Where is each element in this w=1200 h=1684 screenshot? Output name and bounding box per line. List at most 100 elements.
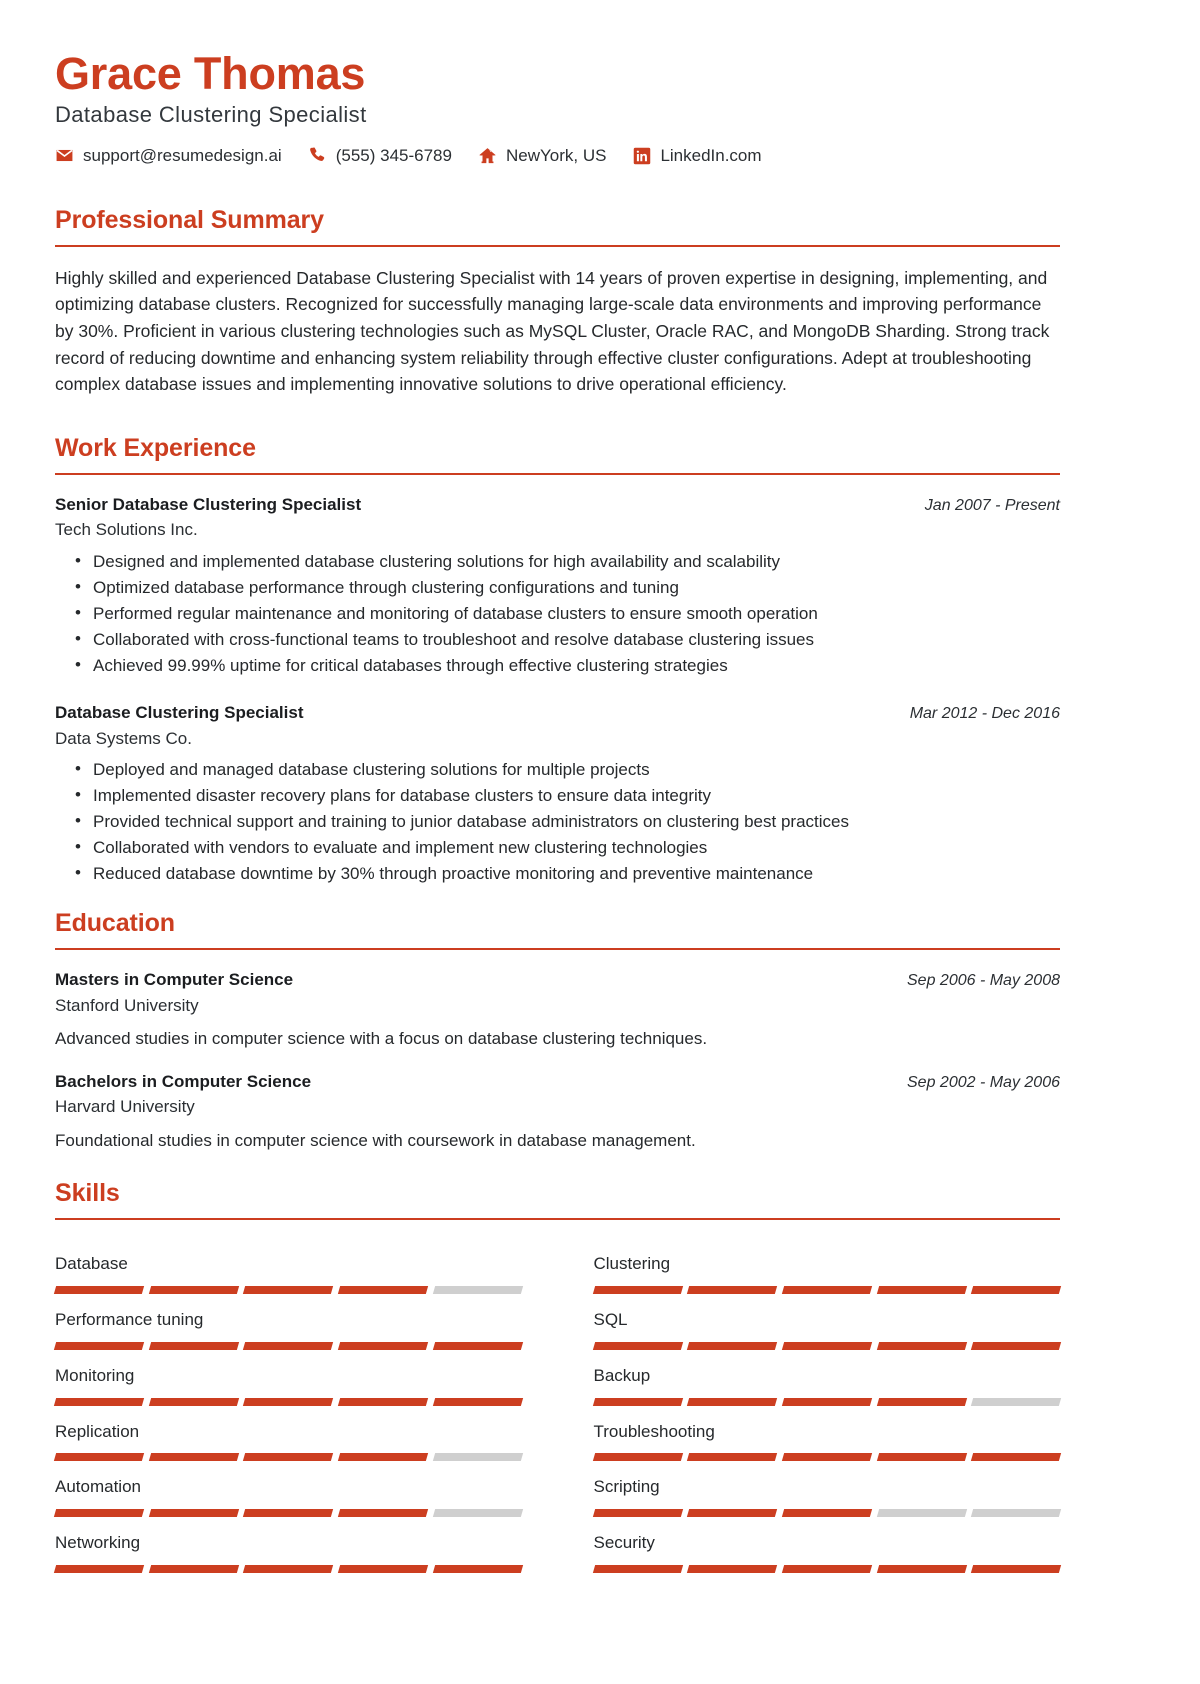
skill-item: SQL <box>592 1294 1062 1350</box>
skill-level-bar <box>53 1341 523 1350</box>
skills-grid: Database Clustering Performance tuning SQL M… <box>53 1238 1062 1574</box>
skill-level-segment <box>971 1397 1062 1406</box>
work-entry-date: Jan 2007 - Present <box>924 496 1060 514</box>
education-entry-head: Bachelors in Computer Science Sep 2002 -… <box>55 1070 1060 1095</box>
skill-level-segment <box>592 1286 683 1295</box>
contact-email[interactable]: support@resumedesign.ai <box>55 146 282 166</box>
education-entry-org: Stanford University <box>55 995 199 1015</box>
skill-name: Automation <box>55 1477 141 1497</box>
skill-level-segment <box>53 1509 144 1518</box>
skill-item: Replication <box>53 1406 523 1462</box>
education-entry-desc: Foundational studies in computer science… <box>55 1130 696 1150</box>
skill-item: Backup <box>592 1350 1062 1406</box>
resume-page: Grace Thomas Database Clustering Special… <box>0 0 1200 1684</box>
bullet-item: Reduced database downtime by 30% through… <box>55 860 1060 887</box>
skill-level-segment <box>337 1453 428 1462</box>
skill-level-segment <box>148 1453 239 1462</box>
section-divider <box>55 472 1060 475</box>
skill-level-segment <box>243 1509 334 1518</box>
section-work-experience: Work Experience Senior Database Clusteri… <box>55 434 1060 887</box>
section-professional-summary: Professional Summary Highly skilled and … <box>55 206 1060 398</box>
education-entry: Masters in Computer Science Sep 2006 - M… <box>55 968 1060 1052</box>
skill-level-segment <box>876 1565 967 1574</box>
section-divider <box>55 1218 1060 1221</box>
skill-level-segment <box>971 1509 1062 1518</box>
skill-level-segment <box>148 1341 239 1350</box>
skill-name: Troubleshooting <box>593 1421 715 1441</box>
skill-level-segment <box>337 1565 428 1574</box>
skill-item: Clustering <box>592 1238 1062 1295</box>
section-divider <box>55 948 1060 950</box>
skill-level-segment <box>687 1286 778 1295</box>
skill-level-segment <box>432 1286 523 1295</box>
skill-level-bar <box>53 1453 523 1462</box>
skill-level-segment <box>781 1565 872 1574</box>
contact-location[interactable]: NewYork, US <box>478 146 606 166</box>
skill-level-bar <box>592 1286 1062 1295</box>
skill-level-segment <box>781 1453 872 1462</box>
skill-level-segment <box>243 1453 334 1462</box>
work-entry-bullets: Deployed and managed database clustering… <box>55 756 1060 887</box>
section-title-work: Work Experience <box>55 433 256 462</box>
skill-level-segment <box>971 1286 1062 1295</box>
skill-item: Automation <box>53 1461 523 1518</box>
skill-level-segment <box>53 1397 144 1406</box>
candidate-job-title: Database Clustering Specialist <box>55 101 367 127</box>
skill-level-segment <box>53 1286 144 1295</box>
skill-level-segment <box>53 1341 144 1350</box>
bullet-item: Implemented disaster recovery plans for … <box>55 782 1060 809</box>
skill-level-segment <box>243 1341 334 1350</box>
candidate-name: Grace Thomas <box>55 48 366 99</box>
section-title-skills: Skills <box>55 1179 120 1208</box>
skill-level-segment <box>432 1453 523 1462</box>
skill-item: Performance tuning <box>53 1294 523 1350</box>
skill-item: Networking <box>53 1517 523 1574</box>
summary-text: Highly skilled and experienced Database … <box>55 267 1050 395</box>
contact-phone[interactable]: (555) 345-6789 <box>308 146 452 166</box>
skill-level-bar <box>592 1509 1062 1518</box>
linkedin-icon <box>632 146 651 165</box>
skill-level-segment <box>971 1341 1062 1350</box>
work-entry-org: Tech Solutions Inc. <box>55 520 198 540</box>
skill-level-segment <box>337 1509 428 1518</box>
skill-level-segment <box>243 1565 334 1574</box>
education-entry-title: Bachelors in Computer Science <box>55 1071 312 1091</box>
skill-name: Scripting <box>593 1477 660 1497</box>
contact-linkedin[interactable]: LinkedIn.com <box>632 145 762 166</box>
skill-level-segment <box>53 1453 144 1462</box>
skill-name: SQL <box>593 1310 628 1330</box>
skill-level-segment <box>687 1453 778 1462</box>
skill-level-segment <box>971 1565 1062 1574</box>
work-entry-bullets: Designed and implemented database cluste… <box>55 548 1060 679</box>
bullet-item: Performed regular maintenance and monito… <box>55 600 1060 627</box>
skill-item: Troubleshooting <box>592 1406 1062 1462</box>
education-entry-title: Masters in Computer Science <box>55 970 294 989</box>
contact-linkedin-text: LinkedIn.com <box>660 145 762 165</box>
skill-level-segment <box>592 1509 683 1518</box>
skill-level-segment <box>971 1453 1062 1462</box>
education-entry-head: Masters in Computer Science Sep 2006 - M… <box>55 968 1060 993</box>
education-entry-date: Sep 2006 - May 2008 <box>907 972 1060 989</box>
skill-level-segment <box>781 1341 872 1350</box>
skill-level-bar <box>592 1453 1062 1462</box>
skill-level-segment <box>781 1397 872 1406</box>
skill-name: Backup <box>593 1365 651 1385</box>
bullet-item: Deployed and managed database clustering… <box>55 756 1060 783</box>
skill-level-segment <box>876 1286 967 1295</box>
contact-phone-text: (555) 345-6789 <box>335 145 452 165</box>
education-entry-desc: Advanced studies in computer science wit… <box>55 1029 708 1049</box>
work-entry-head: Database Clustering Specialist Mar 2012 … <box>55 701 1060 726</box>
education-entry-org: Harvard University <box>55 1097 195 1117</box>
skill-level-bar <box>53 1509 523 1518</box>
envelope-icon <box>55 146 74 165</box>
work-entry-head: Senior Database Clustering Specialist Ja… <box>55 493 1060 518</box>
skill-level-segment <box>687 1565 778 1574</box>
work-entry-title: Database Clustering Specialist <box>55 702 304 722</box>
skill-name: Networking <box>55 1533 141 1553</box>
home-icon <box>478 146 497 165</box>
skill-level-segment <box>148 1286 239 1295</box>
skill-name: Security <box>593 1533 655 1553</box>
skill-name: Monitoring <box>55 1365 135 1385</box>
work-entry-org: Data Systems Co. <box>55 728 192 748</box>
skill-item: Monitoring <box>53 1350 523 1406</box>
